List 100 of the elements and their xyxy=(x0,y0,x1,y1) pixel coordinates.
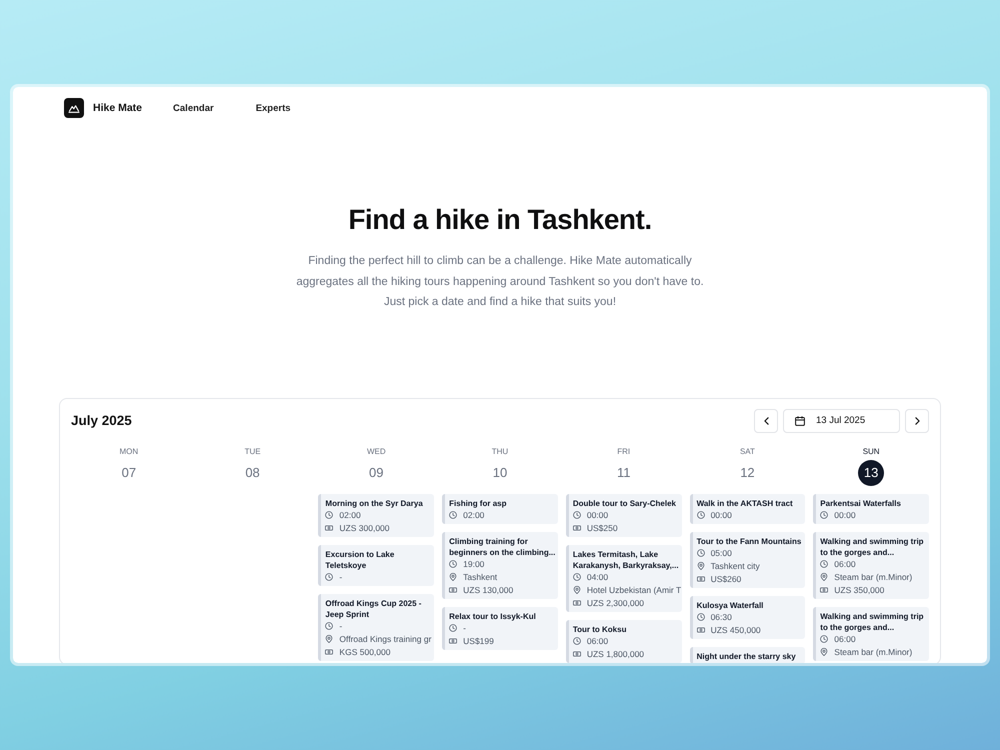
event-time: - xyxy=(339,572,342,582)
event-title: Walking and swimming trip to the gorges and... xyxy=(819,610,925,632)
clock-icon xyxy=(449,624,458,632)
month-title: July 2025 xyxy=(71,413,132,428)
clock-icon xyxy=(572,511,581,519)
event-card[interactable]: Climbing training for beginners on the climbing... 19:00 Tashkent UZS 130,000 xyxy=(442,532,558,598)
event-time: 06:00 xyxy=(586,636,608,646)
banknote-icon xyxy=(325,648,334,656)
event-title: Parkentsai Waterfalls xyxy=(819,498,902,508)
banknote-icon xyxy=(325,524,334,532)
event-location: Tashkent city xyxy=(710,561,760,571)
nav-link[interactable]: Calendar xyxy=(173,102,214,114)
event-price: UZS 350,000 xyxy=(834,585,884,595)
weekday-label: MON xyxy=(120,446,138,456)
event-price: US$199 xyxy=(463,636,494,646)
weekday-label: SAT xyxy=(740,446,755,456)
day-number[interactable]: 09 xyxy=(363,460,390,486)
event-time: 00:00 xyxy=(834,510,856,520)
mountain-icon xyxy=(64,98,84,118)
event-card[interactable]: Offroad Kings Cup 2025 - Jeep Sprint - Offroad Kings training gr KGS 500,000 xyxy=(318,594,434,660)
banknote-icon xyxy=(696,626,705,634)
hero-text: Finding the perfect hill to climb can be a challenge. Hike Mate automatically aggregates all the hiking tours happening around Tashkent so you don't have to. Just pick a date and find a hike that suits you! xyxy=(295,254,705,310)
event-card[interactable]: Relax tour to Issyk-Kul - US$199 xyxy=(442,606,558,650)
next-button[interactable] xyxy=(905,408,929,432)
clock-icon xyxy=(820,560,828,568)
event-price: UZS 300,000 xyxy=(339,523,390,533)
map-pin-icon xyxy=(449,573,458,581)
event-title: Offroad Kings Cup 2025 - Jeep Sprint xyxy=(324,598,422,620)
event-time: 02:00 xyxy=(463,510,484,520)
event-price: US$260 xyxy=(710,574,742,584)
clock-icon xyxy=(820,511,828,519)
day-number[interactable]: 11 xyxy=(610,460,637,486)
event-title: Climbing training for beginners on the climbing... xyxy=(448,536,556,558)
day-number[interactable]: 07 xyxy=(116,460,142,486)
clock-icon xyxy=(696,549,705,557)
event-card[interactable]: Morning on the Syr Darya 02:00 UZS 300,000 xyxy=(318,494,434,536)
event-price: UZS 130,000 xyxy=(463,585,514,595)
clock-icon xyxy=(572,573,581,581)
event-card[interactable]: Excursion to Lake Teletskoye - xyxy=(318,544,434,586)
event-card[interactable]: Kulosya Waterfall 06:30 UZS 450,000 xyxy=(690,596,806,638)
map-pin-icon xyxy=(696,562,705,570)
weekday-label: TUE xyxy=(244,446,261,456)
chevron-left-icon xyxy=(764,416,768,424)
hero-title: Find a hike in Tashkent. xyxy=(348,203,652,237)
clock-icon xyxy=(325,511,334,519)
event-card[interactable]: Walk in the AKTASH tract 00:00 xyxy=(690,494,806,524)
event-card[interactable]: Lakes Termitash, Lake Karakanysh, Barkyraksay,... 04:00 Hotel Uzbekistan (Amir T UZS 2,300,000 xyxy=(566,544,682,612)
event-location: Hotel Uzbekistan (Amir T xyxy=(586,585,682,595)
event-location: Tashkent xyxy=(463,572,498,582)
event-time: - xyxy=(339,621,342,631)
event-time: 06:00 xyxy=(834,634,856,644)
weekday-label: THU xyxy=(492,446,508,456)
clock-icon xyxy=(449,560,458,568)
event-title: Excursion to Lake Teletskoye xyxy=(324,548,396,570)
event-time: 00:00 xyxy=(586,510,608,520)
clock-icon xyxy=(820,635,828,643)
day-number[interactable]: 08 xyxy=(240,460,266,486)
event-price: UZS 2,300,000 xyxy=(586,598,644,608)
banknote-icon xyxy=(572,599,581,607)
event-title: Lakes Termitash, Lake Karakanysh, Barkyraksay,... xyxy=(572,548,680,570)
clock-icon xyxy=(325,622,334,630)
event-title: Fishing for asp xyxy=(448,498,508,508)
previous-button[interactable] xyxy=(754,408,778,432)
event-time: 19:00 xyxy=(463,559,484,569)
event-card[interactable]: Night under the starry sky xyxy=(690,646,806,663)
weekday-label: WED xyxy=(366,446,386,456)
clock-icon xyxy=(449,511,458,519)
event-card[interactable]: Double tour to Sary-Chelek 00:00 US$250 xyxy=(566,494,682,536)
event-card[interactable]: Walking and swimming trip to the gorges and... 06:00 Steam bar (m.Minor) UZS 350,000 xyxy=(813,532,929,598)
brand-name: Hike Mate xyxy=(93,102,142,114)
day-number[interactable]: 13 xyxy=(858,460,884,486)
event-time: 04:00 xyxy=(586,572,608,582)
event-title: Morning on the Syr Darya xyxy=(324,498,424,508)
event-title: Tour to Koksu xyxy=(572,624,628,634)
event-card[interactable]: Fishing for asp 02:00 xyxy=(442,494,558,524)
nav-link[interactable]: Experts xyxy=(256,102,291,114)
banknote-icon xyxy=(449,586,458,594)
event-card[interactable]: Tour to the Fann Mountains 05:00 Tashkent city US$260 xyxy=(690,532,806,588)
banknote-icon xyxy=(696,575,705,583)
date-field[interactable]: 13 Jul 2025 xyxy=(783,408,900,432)
day-number[interactable]: 12 xyxy=(734,460,760,486)
clock-icon xyxy=(696,511,705,519)
event-location: Offroad Kings training gr xyxy=(339,634,432,644)
event-time: - xyxy=(463,623,466,633)
event-card[interactable]: Walking and swimming trip to the gorges and... 06:00 Steam bar (m.Minor) xyxy=(813,606,929,660)
weekday-label: FRI xyxy=(617,446,630,456)
day-number[interactable]: 10 xyxy=(486,460,513,486)
event-title: Double tour to Sary-Chelek xyxy=(572,498,677,508)
banknote-icon xyxy=(820,586,828,594)
event-title: Night under the starry sky xyxy=(696,650,797,662)
event-price: US$250 xyxy=(586,523,618,533)
clock-icon xyxy=(696,613,705,621)
event-title: Relax tour to Issyk-Kul xyxy=(448,610,537,622)
event-card[interactable]: Tour to Koksu 06:00 UZS 1,800,000 xyxy=(566,620,682,662)
event-price: KGS 500,000 xyxy=(339,647,390,657)
chevron-right-icon xyxy=(914,416,920,424)
event-card[interactable]: Parkentsai Waterfalls 00:00 xyxy=(813,494,929,524)
event-title: Walk in the AKTASH tract xyxy=(696,498,794,508)
map-pin-icon xyxy=(820,573,828,581)
event-time: 06:00 xyxy=(834,559,856,569)
